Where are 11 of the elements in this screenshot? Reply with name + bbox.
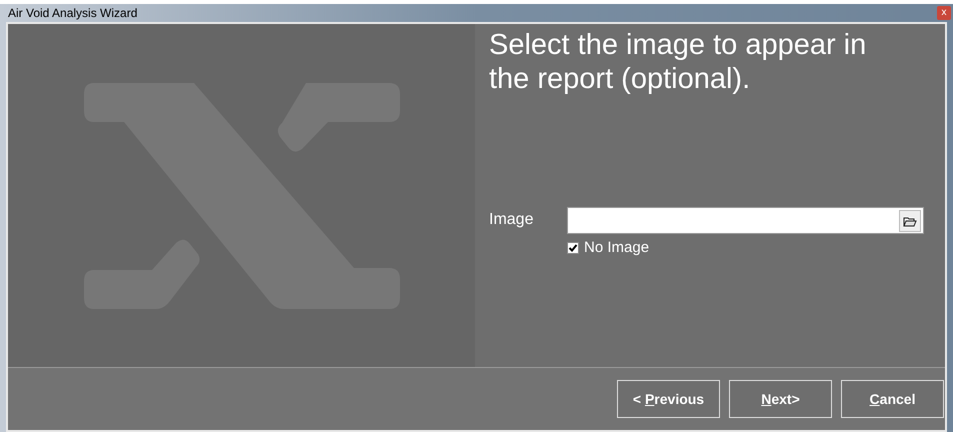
wizard-button[interactable]: Next> <box>729 380 832 418</box>
no-image-label: No Image <box>584 238 650 258</box>
folder-icon[interactable] <box>899 210 921 232</box>
wizard-heading: Select the image to appear in the report (optional). <box>489 28 868 96</box>
no-image-checkbox[interactable] <box>567 242 579 254</box>
window-title: Air Void Analysis Wizard <box>7 5 138 22</box>
image-field[interactable] <box>567 207 924 234</box>
image-label: Image <box>489 210 534 230</box>
wizard-button[interactable]: Cancel <box>841 380 944 418</box>
close-button[interactable]: x <box>937 6 951 20</box>
wizard-button[interactable]: < Previous <box>617 380 720 418</box>
